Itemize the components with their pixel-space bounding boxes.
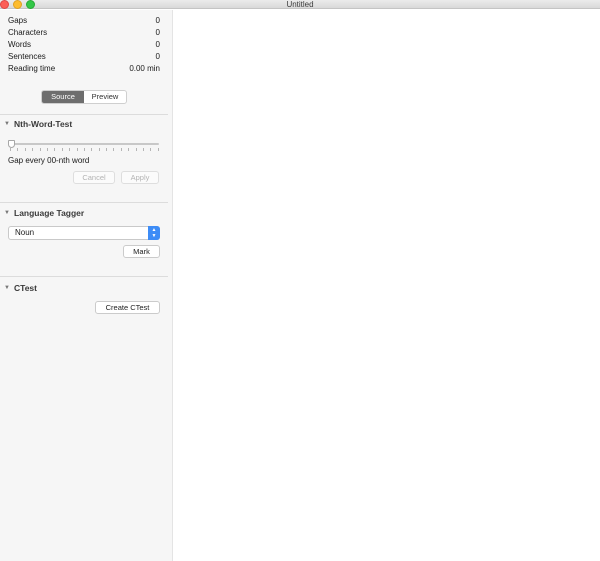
- apply-button[interactable]: Apply: [121, 171, 159, 184]
- disclosure-triangle-icon[interactable]: ▼: [4, 207, 14, 219]
- stat-row-reading-time: Reading time 0.00 min: [8, 63, 160, 75]
- slider-tick: [83, 148, 85, 151]
- slider-knob[interactable]: [8, 140, 15, 148]
- section-divider: [0, 114, 168, 115]
- stat-value: 0: [155, 40, 160, 49]
- create-ctest-button[interactable]: Create CTest: [95, 301, 160, 314]
- slider-tick: [61, 148, 63, 151]
- updown-chevron-icon[interactable]: ▲ ▼: [148, 226, 160, 240]
- slider-tick: [54, 148, 56, 151]
- slider-tick: [91, 148, 93, 151]
- stats-panel: Gaps 0 Characters 0 Words 0 Sentences 0 …: [8, 15, 160, 75]
- stat-value: 0.00 min: [129, 64, 160, 73]
- stat-row-sentences: Sentences 0: [8, 51, 160, 63]
- slider-tick: [39, 148, 41, 151]
- stat-value: 0: [155, 16, 160, 25]
- slider-tick: [98, 148, 100, 151]
- slider-tick: [106, 148, 108, 151]
- title-bar: Untitled: [0, 0, 600, 9]
- disclosure-triangle-icon[interactable]: ▼: [4, 118, 14, 130]
- stat-value: 0: [155, 28, 160, 37]
- disclosure-triangle-icon[interactable]: ▼: [4, 282, 14, 294]
- mark-button[interactable]: Mark: [123, 245, 160, 258]
- slider-tick: [143, 148, 145, 151]
- slider-tick: [69, 148, 71, 151]
- stat-label: Reading time: [8, 64, 56, 73]
- stat-label: Words: [8, 40, 31, 49]
- nth-word-slider[interactable]: [8, 140, 159, 154]
- section-divider: [0, 202, 168, 203]
- section-title: Language Tagger: [14, 208, 85, 218]
- slider-ticks: [10, 148, 159, 151]
- stat-label: Sentences: [8, 52, 46, 61]
- slider-tick: [46, 148, 48, 151]
- ctest-header[interactable]: ▼ CTest: [4, 282, 37, 294]
- cancel-button[interactable]: Cancel: [73, 171, 115, 184]
- slider-tick: [10, 148, 11, 151]
- stat-value: 0: [155, 52, 160, 61]
- stat-row-words: Words 0: [8, 39, 160, 51]
- section-title: CTest: [14, 283, 37, 293]
- stat-row-characters: Characters 0: [8, 27, 160, 39]
- slider-tick: [113, 148, 115, 151]
- sidebar: Gaps 0 Characters 0 Words 0 Sentences 0 …: [0, 10, 173, 561]
- slider-tick: [128, 148, 130, 151]
- slider-tick: [76, 148, 78, 151]
- stat-label: Gaps: [8, 16, 28, 25]
- window-title: Untitled: [286, 0, 314, 9]
- preview-tab[interactable]: Preview: [84, 91, 126, 103]
- stat-row-gaps: Gaps 0: [8, 15, 160, 27]
- section-title: Nth-Word-Test: [14, 119, 73, 129]
- nth-word-test-header[interactable]: ▼ Nth-Word-Test: [4, 118, 72, 130]
- slider-tick: [120, 148, 122, 151]
- selected-option: Noun: [15, 228, 35, 237]
- source-tab[interactable]: Source: [42, 91, 84, 103]
- slider-tick: [135, 148, 137, 151]
- slider-track: [10, 143, 159, 145]
- slider-tick: [32, 148, 34, 151]
- slider-tick: [24, 148, 26, 151]
- slider-tick: [17, 148, 19, 151]
- text-editor[interactable]: [174, 10, 600, 561]
- slider-tick: [157, 148, 159, 151]
- stat-label: Characters: [8, 28, 48, 37]
- slider-tick: [150, 148, 152, 151]
- language-tagger-header[interactable]: ▼ Language Tagger: [4, 207, 84, 219]
- part-of-speech-select[interactable]: Noun ▲ ▼: [8, 226, 160, 240]
- source-preview-toggle: Source Preview: [41, 90, 127, 104]
- gap-every-label: Gap every 00-nth word: [8, 156, 90, 165]
- section-divider: [0, 276, 168, 277]
